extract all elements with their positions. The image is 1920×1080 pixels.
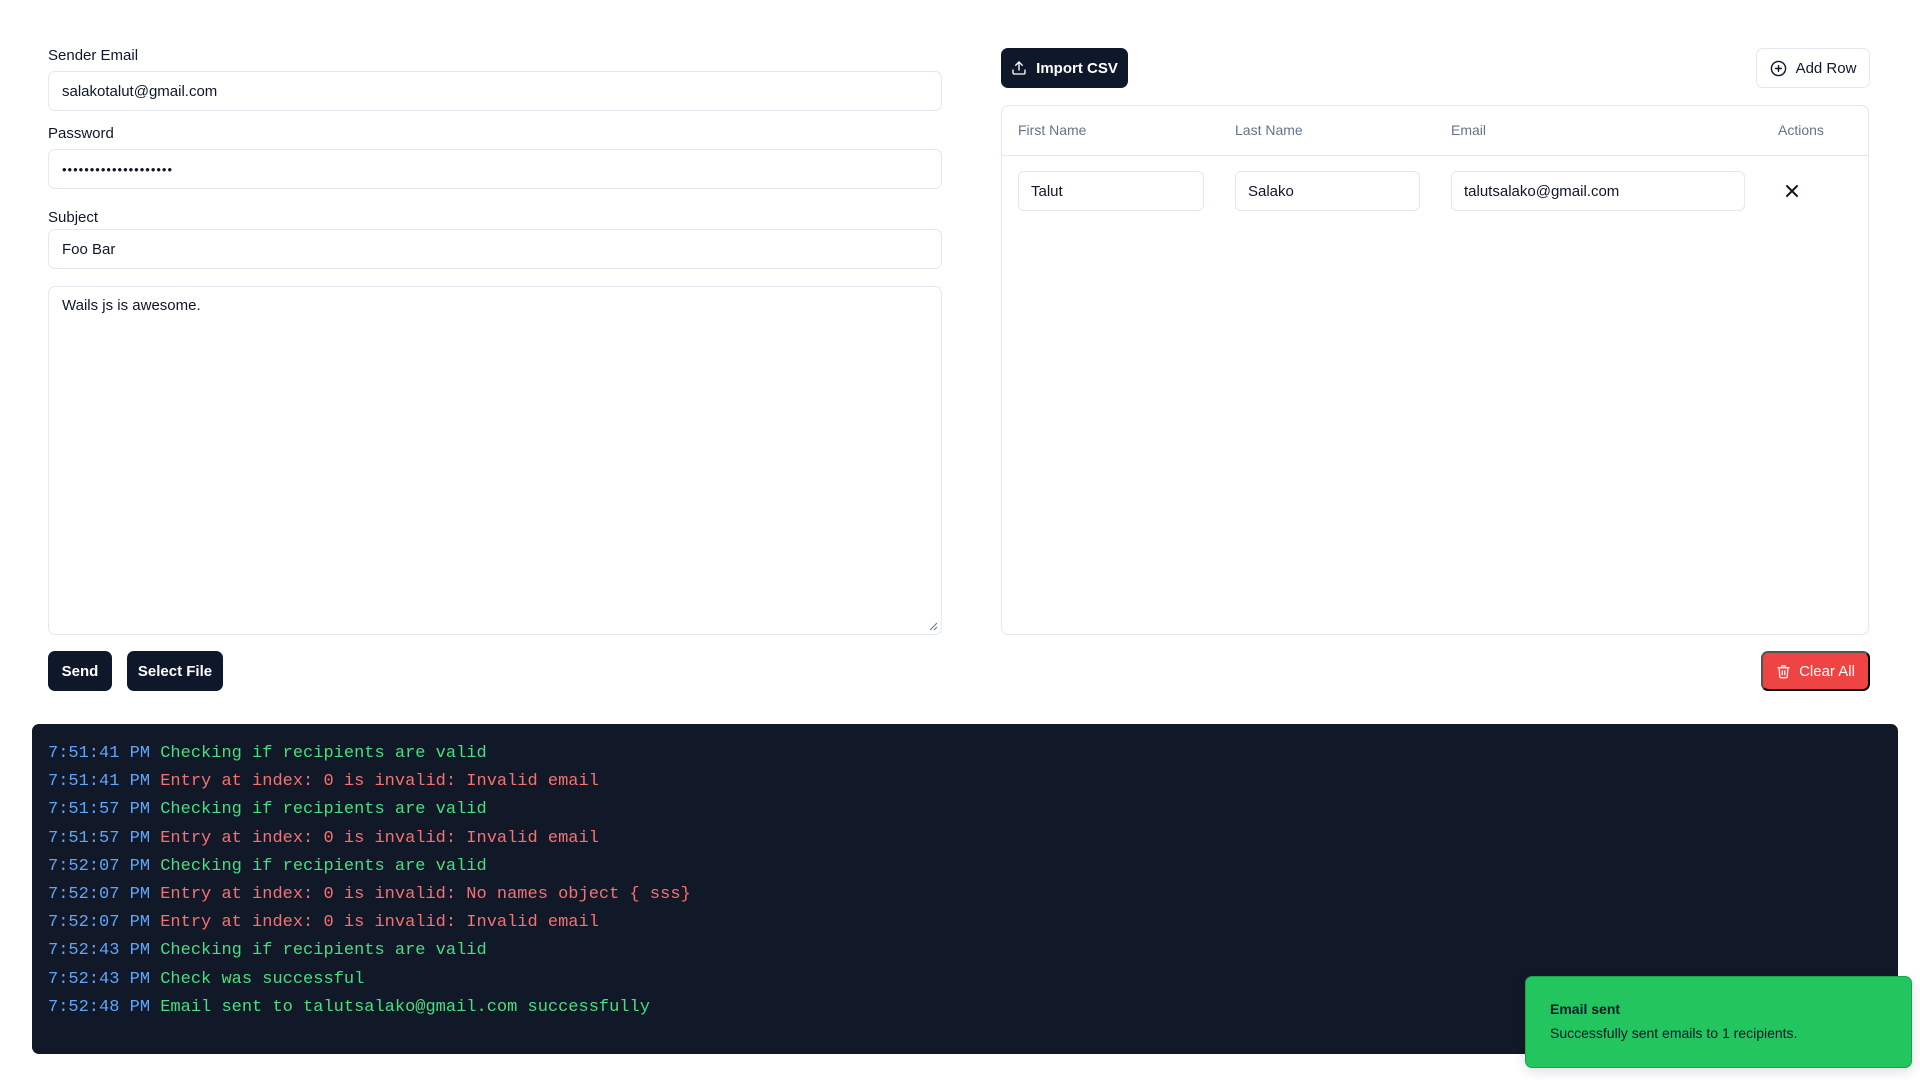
select-file-button[interactable]: Select File: [127, 651, 223, 691]
import-csv-button[interactable]: Import CSV: [1001, 48, 1128, 88]
subject-field[interactable]: Foo Bar: [48, 229, 942, 269]
log-message: Entry at index: 0 is invalid: Invalid em…: [160, 772, 599, 792]
clear-all-label: Clear All: [1799, 662, 1855, 680]
remove-row-button[interactable]: [1780, 179, 1804, 203]
add-row-label: Add Row: [1795, 59, 1857, 77]
log-message: Entry at index: 0 is invalid: Invalid em…: [160, 913, 599, 933]
log-time: 7:52:07 PM: [48, 884, 151, 904]
log-message: Email sent to talutsalako@gmail.com succ…: [160, 997, 650, 1017]
first-name-input[interactable]: Talut: [1018, 171, 1204, 211]
log-time: 7:51:41 PM: [48, 744, 151, 763]
trash-icon: [1777, 664, 1790, 678]
message-body-value: Wails js is awesome.: [62, 297, 201, 314]
table-header: First Name Last Name Email Actions: [1002, 106, 1868, 156]
log-time: 7:51:57 PM: [48, 800, 151, 820]
log-line: 7:51:41 PM Checking if recipients are va…: [48, 740, 1882, 768]
import-csv-label: Import CSV: [1036, 59, 1118, 77]
subject-value: Foo Bar: [62, 240, 116, 258]
last-name-value: Salako: [1248, 182, 1294, 200]
log-line: 7:52:07 PM Checking if recipients are va…: [48, 853, 1882, 881]
resize-grip-icon[interactable]: [929, 622, 938, 631]
log-time: 7:52:07 PM: [48, 913, 151, 933]
column-header-actions: Actions: [1778, 122, 1824, 138]
sender-email-label: Sender Email: [48, 47, 139, 64]
sender-email-field[interactable]: salakotalut@gmail.com: [48, 71, 942, 111]
clear-all-button[interactable]: Clear All: [1761, 651, 1870, 691]
upload-icon: [1012, 61, 1026, 75]
log-message: Entry at index: 0 is invalid: No names o…: [160, 884, 691, 904]
password-value: ••••••••••••••••••••: [62, 161, 174, 177]
log-time: 7:52:43 PM: [48, 941, 151, 961]
log-time: 7:51:41 PM: [48, 772, 151, 792]
recipients-table: First Name Last Name Email Actions Talut…: [1001, 105, 1869, 635]
send-button-label: Send: [61, 662, 99, 680]
log-line: 7:51:41 PM Entry at index: 0 is invalid:…: [48, 768, 1882, 796]
log-time: 7:52:07 PM: [48, 856, 151, 876]
log-line: 7:51:57 PM Entry at index: 0 is invalid:…: [48, 825, 1882, 853]
log-message: Checking if recipients are valid: [160, 800, 487, 820]
add-row-button[interactable]: Add Row: [1756, 48, 1870, 88]
log-line: 7:51:57 PM Checking if recipients are va…: [48, 796, 1882, 824]
log-message: Checking if recipients are valid: [160, 941, 487, 961]
column-header-email: Email: [1451, 122, 1487, 138]
log-message: Checking if recipients are valid: [160, 744, 487, 763]
log-time: 7:52:43 PM: [48, 969, 151, 989]
sender-email-value: salakotalut@gmail.com: [62, 82, 218, 100]
plus-circle-icon: [1770, 60, 1786, 76]
last-name-input[interactable]: Salako: [1235, 171, 1420, 211]
log-message: Checking if recipients are valid: [160, 856, 487, 876]
column-header-first-name: First Name: [1018, 122, 1087, 138]
success-toast[interactable]: Email sent Successfully sent emails to 1…: [1525, 976, 1912, 1068]
log-message: Entry at index: 0 is invalid: Invalid em…: [160, 828, 599, 848]
password-field[interactable]: ••••••••••••••••••••: [48, 149, 942, 189]
subject-label: Subject: [48, 209, 99, 226]
log-line: 7:52:07 PM Entry at index: 0 is invalid:…: [48, 909, 1882, 937]
log-line: 7:52:07 PM Entry at index: 0 is invalid:…: [48, 881, 1882, 909]
email-input[interactable]: talutsalako@gmail.com: [1451, 171, 1745, 211]
message-body-textarea[interactable]: Wails js is awesome.: [48, 286, 942, 635]
log-line: 7:52:43 PM Checking if recipients are va…: [48, 937, 1882, 965]
select-file-button-label: Select File: [137, 662, 213, 680]
toast-description: Successfully sent emails to 1 recipients…: [1550, 1025, 1798, 1041]
column-header-last-name: Last Name: [1235, 122, 1303, 138]
password-label: Password: [48, 125, 114, 142]
log-time: 7:51:57 PM: [48, 828, 151, 848]
send-button[interactable]: Send: [48, 651, 112, 691]
first-name-value: Talut: [1031, 182, 1063, 200]
log-message: Check was successful: [160, 969, 365, 989]
toast-title: Email sent: [1550, 1001, 1621, 1017]
close-icon: [1786, 185, 1798, 197]
log-time: 7:52:48 PM: [48, 997, 151, 1017]
email-value: talutsalako@gmail.com: [1464, 182, 1620, 200]
